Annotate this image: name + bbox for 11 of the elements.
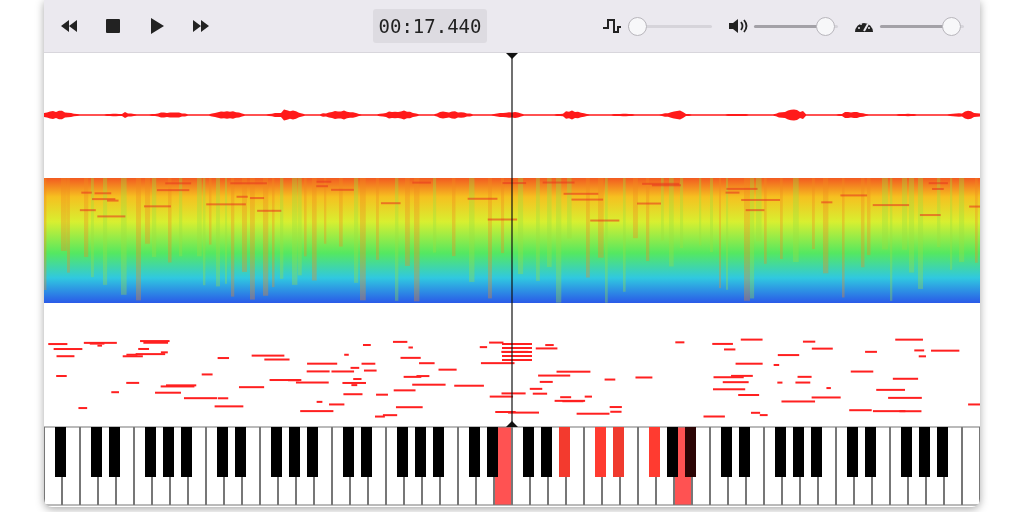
play-button[interactable]: [148, 17, 166, 35]
stop-button[interactable]: [104, 17, 122, 35]
slider[interactable]: [628, 16, 712, 36]
volume-icon: [728, 17, 748, 35]
rewind-button[interactable]: [60, 17, 78, 35]
slider[interactable]: [754, 16, 838, 36]
time-display: 00:17.440: [372, 8, 488, 44]
square-wave-icon: [602, 17, 622, 35]
slider[interactable]: [880, 16, 964, 36]
playhead[interactable]: [506, 53, 518, 428]
fast-forward-button[interactable]: [192, 17, 210, 35]
